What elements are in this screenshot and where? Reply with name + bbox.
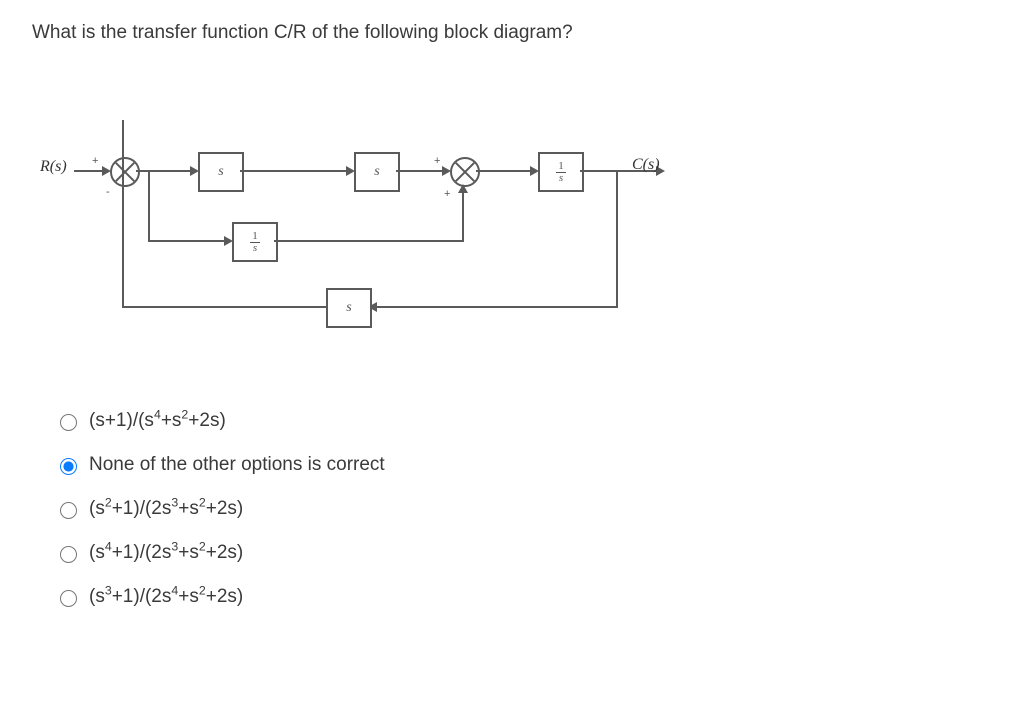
wire (148, 240, 228, 242)
option-radio-1[interactable] (60, 458, 77, 475)
wire (136, 170, 194, 172)
sign-plus: + (444, 188, 450, 200)
frac-den: s (556, 173, 566, 184)
summing-junction-1 (110, 157, 140, 187)
sign-minus: - (106, 186, 110, 198)
option-row-3[interactable]: (s4+1)/(2s3+s2+2s) (55, 542, 385, 564)
wire (374, 306, 618, 308)
wire (122, 306, 326, 308)
option-row-0[interactable]: (s+1)/(s4+s2+2s) (55, 410, 385, 432)
answer-options: (s+1)/(s4+s2+2s) None of the other option… (55, 410, 385, 630)
sign-plus: + (92, 155, 98, 167)
option-radio-4[interactable] (60, 590, 77, 607)
summing-junction-2 (450, 157, 480, 187)
output-label: C(s) (632, 156, 660, 174)
option-row-4[interactable]: (s3+1)/(2s4+s2+2s) (55, 586, 385, 608)
option-row-2[interactable]: (s2+1)/(2s3+s2+2s) (55, 498, 385, 520)
input-label: R(s) (40, 158, 67, 176)
question-text: What is the transfer function C/R of the… (32, 22, 573, 44)
sign-plus: + (434, 155, 440, 167)
wire (122, 183, 124, 308)
option-radio-3[interactable] (60, 546, 77, 563)
block-s-2: s (354, 152, 400, 192)
option-row-1[interactable]: None of the other options is correct (55, 454, 385, 476)
wire (148, 170, 150, 242)
option-label-0: (s+1)/(s4+s2+2s) (89, 410, 226, 432)
block-diagram: R(s) + - s s + + 1s C(s) 1s (50, 110, 750, 370)
wire (616, 170, 618, 308)
block-1-over-s: 1s (538, 152, 584, 192)
option-label-3: (s4+1)/(2s3+s2+2s) (89, 542, 243, 564)
wire (274, 240, 463, 242)
frac-num: 1 (556, 161, 566, 173)
wire (396, 170, 446, 172)
block-feedback-s: s (326, 288, 372, 328)
option-radio-2[interactable] (60, 502, 77, 519)
option-radio-0[interactable] (60, 414, 77, 431)
option-label-2: (s2+1)/(2s3+s2+2s) (89, 498, 243, 520)
frac-num: 1 (250, 231, 260, 243)
arrow-icon (458, 184, 468, 193)
option-label-1: None of the other options is correct (89, 454, 385, 476)
wire (462, 186, 464, 242)
option-label-4: (s3+1)/(2s4+s2+2s) (89, 586, 243, 608)
wire (476, 170, 534, 172)
block-s-1: s (198, 152, 244, 192)
wire (240, 170, 350, 172)
frac-den: s (250, 243, 260, 254)
block-feedback-1-over-s: 1s (232, 222, 278, 262)
wire (122, 120, 124, 157)
